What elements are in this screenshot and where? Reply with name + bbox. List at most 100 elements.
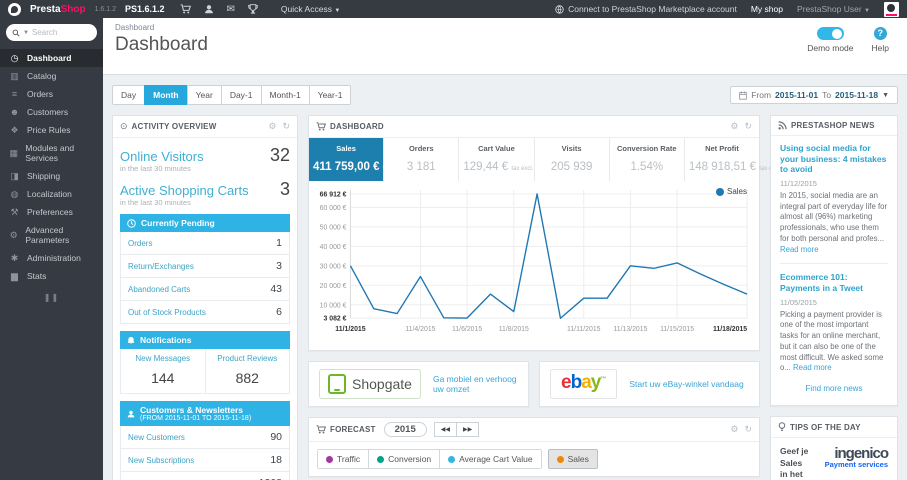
sidebar-item-label: Orders bbox=[27, 89, 53, 99]
forecast-prev-button[interactable]: ◀◀ bbox=[433, 422, 457, 437]
svg-text:11/1/2015: 11/1/2015 bbox=[335, 326, 365, 333]
read-more-link[interactable]: Read more bbox=[793, 363, 832, 372]
range-button-day[interactable]: Day bbox=[112, 85, 146, 105]
kpi-tabs: Sales 411 759,00 € tax excl. Orders 3 181… bbox=[309, 138, 781, 181]
sidebar-item-dashboard[interactable]: ◷ Dashboard bbox=[0, 49, 103, 67]
user-menu[interactable]: PrestaShop User ▼ bbox=[797, 4, 870, 14]
range-button-month-1[interactable]: Month-1 bbox=[260, 85, 310, 105]
notification-new-messages[interactable]: New Messages 144 bbox=[121, 349, 205, 393]
version-label: 1.6.1.2 bbox=[94, 5, 116, 13]
list-item-return-exchanges[interactable]: Return/Exchanges 3 bbox=[121, 255, 289, 278]
sidebar-search[interactable]: ▼ bbox=[6, 24, 97, 41]
article-title[interactable]: Using social media for your business: 4 … bbox=[780, 143, 888, 175]
list-item-orders[interactable]: Orders 1 bbox=[121, 232, 289, 255]
sidebar-item-catalog[interactable]: ▥ Catalog bbox=[0, 67, 103, 85]
kpi-tab-visits[interactable]: Visits 205 939 bbox=[535, 138, 610, 181]
kpi-tab-conversion-rate[interactable]: Conversion Rate 1.54% bbox=[610, 138, 685, 181]
range-button-year-1[interactable]: Year-1 bbox=[308, 85, 352, 105]
sidebar-item-shipping[interactable]: ◨ Shipping bbox=[0, 167, 103, 185]
sales-chart: 66 912 € 60 000 € 50 000 € 40 000 € 30 000 €… bbox=[320, 189, 748, 333]
refresh-icon[interactable]: ↻ bbox=[744, 424, 752, 435]
search-input[interactable] bbox=[31, 28, 87, 37]
mail-icon[interactable]: ✉ bbox=[227, 4, 235, 15]
dashboard-cart-icon bbox=[316, 122, 326, 131]
kpi-tab-orders[interactable]: Orders 3 181 bbox=[384, 138, 460, 181]
legend-label: Traffic bbox=[337, 454, 361, 464]
range-button-day-1[interactable]: Day-1 bbox=[220, 85, 262, 105]
sidebar-item-stats[interactable]: ▆ Stats bbox=[0, 267, 103, 285]
list-item-total-subscribers[interactable]: Total Subscribers1308 bbox=[121, 472, 289, 480]
prestashop-logo[interactable] bbox=[8, 2, 21, 16]
help-icon[interactable]: ? bbox=[873, 27, 887, 40]
bell-icon bbox=[127, 336, 135, 344]
employee-icon[interactable] bbox=[204, 4, 214, 14]
list-item-abandoned-carts[interactable]: Abandoned Carts 43 bbox=[121, 278, 289, 301]
legend-toggle-average-cart-value[interactable]: Average Cart Value bbox=[440, 450, 541, 468]
gear-icon[interactable]: ⚙ bbox=[730, 424, 738, 435]
sidebar-item-customers[interactable]: ☻ Customers bbox=[0, 103, 103, 121]
kpi-tab-sales[interactable]: Sales 411 759,00 € tax excl. bbox=[309, 138, 406, 181]
sidebar-item-modules-and-services[interactable]: ▦ Modules and Services bbox=[0, 139, 103, 167]
refresh-icon[interactable]: ↻ bbox=[744, 121, 752, 132]
gear-icon[interactable]: ⚙ bbox=[268, 121, 276, 132]
legend-toggle-sales[interactable]: Sales bbox=[547, 449, 598, 469]
shopgate-ad: Shopgate Ga mobiel en verhoog uw omzet bbox=[308, 361, 529, 407]
active-carts-sub: in the last 30 minutes bbox=[120, 198, 191, 207]
demo-mode-toggle[interactable] bbox=[816, 27, 844, 40]
quick-access-menu[interactable]: Quick Access ▼ bbox=[281, 4, 340, 14]
legend-toggle-conversion[interactable]: Conversion bbox=[369, 450, 441, 468]
row-label: Out of Stock Products bbox=[128, 307, 206, 317]
sidebar-item-localization[interactable]: ◍ Localization bbox=[0, 185, 103, 203]
row-label: New Customers bbox=[128, 432, 185, 442]
sales-chart-wrap: Sales 66 912 € 60 000 € 50 000 € 40 000 € 30… bbox=[309, 181, 759, 350]
shopgate-link[interactable]: Ga mobiel en verhoog uw omzet bbox=[433, 374, 518, 394]
svg-text:11/8/2015: 11/8/2015 bbox=[499, 326, 529, 333]
article-title[interactable]: Ecommerce 101: Payments in a Tweet bbox=[780, 272, 888, 293]
sidebar-collapse-button[interactable]: ❚❚ bbox=[0, 293, 103, 302]
forecast-next-button[interactable]: ▶▶ bbox=[455, 422, 480, 437]
date-range-picker[interactable]: From 2015-11-01 To 2015-11-18 ▼ bbox=[730, 86, 898, 104]
active-carts-stat[interactable]: Active Shopping Carts 3 bbox=[120, 179, 290, 200]
currently-pending-header: Currently Pending bbox=[120, 214, 290, 232]
kpi-tab-cart-value[interactable]: Cart Value 129,44 € tax excl. bbox=[459, 138, 535, 181]
sidebar-item-price-rules[interactable]: ❖ Price Rules bbox=[0, 121, 103, 139]
online-visitors-stat[interactable]: Online Visitors 32 bbox=[120, 145, 290, 166]
trophy-icon[interactable] bbox=[248, 4, 258, 14]
list-item-out-of-stock-products[interactable]: Out of Stock Products 6 bbox=[121, 301, 289, 323]
gear-icon[interactable]: ⚙ bbox=[730, 121, 738, 132]
dashboard-icon: ◷ bbox=[10, 52, 19, 63]
marketplace-link[interactable]: Connect to PrestaShop Marketplace accoun… bbox=[555, 4, 737, 14]
ebay-link[interactable]: Start uw eBay-winkel vandaag bbox=[629, 379, 743, 389]
avatar[interactable] bbox=[884, 1, 899, 17]
refresh-icon[interactable]: ↻ bbox=[282, 121, 290, 132]
notification-product-reviews[interactable]: Product Reviews 882 bbox=[204, 349, 290, 393]
legend-dot bbox=[448, 455, 456, 463]
customers-rows: New Customers 90 New Subscriptions 18 Total … bbox=[120, 426, 290, 480]
find-more-news-link[interactable]: Find more news bbox=[780, 384, 888, 393]
news-title: PRESTASHOP NEWS bbox=[791, 121, 875, 130]
kpi-tab-net-profit[interactable]: Net Profit 148 918,51 € tax excl. bbox=[685, 138, 781, 181]
sidebar-item-orders[interactable]: ≡ Orders bbox=[0, 85, 103, 103]
range-button-month[interactable]: Month bbox=[144, 85, 188, 105]
sidebar-item-label: Customers bbox=[27, 107, 69, 117]
page-title: Dashboard bbox=[115, 34, 208, 55]
page-header: Dashboard Dashboard Demo mode ? Help bbox=[103, 18, 907, 75]
pending-clock-icon bbox=[127, 218, 136, 228]
range-button-year[interactable]: Year bbox=[186, 85, 222, 105]
chart-legend[interactable]: Sales bbox=[715, 187, 747, 196]
list-item-new-customers[interactable]: New Customers 90 bbox=[121, 426, 289, 449]
kpi-label: Net Profit bbox=[705, 144, 739, 153]
search-scope-caret[interactable]: ▼ bbox=[23, 30, 29, 36]
sidebar-item-administration[interactable]: ✱ Administration bbox=[0, 249, 103, 267]
sidebar-item-advanced-parameters[interactable]: ⚙ Advanced Parameters bbox=[0, 221, 103, 249]
read-more-link[interactable]: Read more bbox=[780, 245, 819, 254]
cart-icon[interactable] bbox=[180, 4, 191, 14]
sidebar-item-label: Dashboard bbox=[27, 53, 72, 63]
sidebar-item-preferences[interactable]: ⚒ Preferences bbox=[0, 203, 103, 221]
list-item-new-subscriptions[interactable]: New Subscriptions 18 bbox=[121, 449, 289, 472]
svg-text:11/15/2015: 11/15/2015 bbox=[660, 326, 694, 333]
forecast-legend: Traffic Conversion Average Cart Value Sales bbox=[309, 442, 759, 476]
my-shop-link[interactable]: My shop bbox=[751, 4, 783, 14]
legend-toggle-traffic[interactable]: Traffic bbox=[318, 450, 370, 468]
kpi-label: Conversion Rate bbox=[616, 144, 677, 153]
